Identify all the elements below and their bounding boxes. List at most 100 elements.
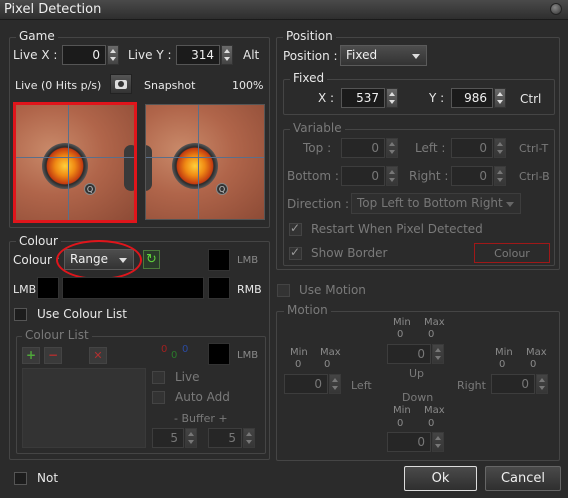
buffer-plus-field[interactable]: 5 — [208, 428, 242, 448]
highlight-circle — [56, 240, 142, 280]
snapshot-button[interactable] — [110, 74, 132, 94]
ok-button[interactable]: Ok — [404, 466, 477, 491]
close-icon[interactable] — [550, 3, 562, 15]
live-x-field[interactable]: 0 — [62, 45, 106, 65]
live-label: Live — [175, 370, 200, 384]
lmb-swatch[interactable] — [37, 277, 59, 299]
restart-checkbox[interactable] — [289, 221, 302, 236]
top-label: Top : — [303, 141, 332, 155]
up-max-label: Max — [424, 317, 445, 328]
up-min-value: 0 — [397, 329, 404, 340]
left-motion-field[interactable]: 0 — [284, 374, 328, 394]
zoom-level: 100% — [232, 79, 264, 92]
fixed-x-spinner[interactable] — [386, 88, 398, 108]
right-min-value: 0 — [499, 359, 506, 370]
rgb-r-value: 0 — [161, 344, 168, 355]
live-y-label: Live Y : — [128, 48, 172, 62]
buffer-minus-field[interactable]: 5 — [152, 428, 184, 448]
restart-label: Restart When Pixel Detected — [311, 222, 483, 236]
add-colour-icon[interactable]: + — [22, 347, 40, 364]
buffer-minus-spinner[interactable] — [185, 428, 197, 448]
live-status: Live (0 Hits p/s) — [15, 79, 102, 92]
cancel-button[interactable]: Cancel — [485, 466, 561, 491]
remove-colour-icon[interactable]: − — [44, 347, 62, 364]
colour-range-bar[interactable] — [62, 277, 204, 299]
colour-list-lmb: LMB — [237, 350, 259, 361]
snapshot-preview: Q — [145, 104, 265, 220]
down-spinner[interactable] — [432, 432, 444, 452]
right-spinner[interactable] — [494, 166, 506, 186]
right-field[interactable]: 0 — [451, 166, 493, 186]
rgb-g-value: 0 — [171, 350, 178, 361]
use-colour-list-checkbox[interactable] — [14, 308, 27, 321]
lmb-label: LMB — [13, 283, 37, 296]
ctrl-hotkey-label: Ctrl — [520, 92, 542, 106]
live-x-spinner[interactable] — [107, 45, 119, 65]
rmb-swatch[interactable] — [208, 277, 230, 299]
right-label: Right : — [409, 169, 449, 183]
left-max-value: 0 — [324, 359, 331, 370]
ctrl-t-label: Ctrl-T — [519, 142, 549, 155]
position-mode-select[interactable]: Fixed — [340, 45, 427, 66]
left-motion-spinner[interactable] — [329, 374, 341, 394]
bottom-field[interactable]: 0 — [341, 166, 385, 186]
bottom-label: Bottom : — [287, 169, 339, 183]
colour-swatch-top[interactable] — [208, 249, 230, 271]
auto-add-checkbox[interactable] — [152, 391, 165, 404]
not-label: Not — [37, 471, 59, 485]
down-max-value: 0 — [428, 418, 435, 429]
up-spinner[interactable] — [432, 344, 444, 364]
position-mode-value: Fixed — [346, 48, 378, 62]
live-y-field[interactable]: 314 — [176, 45, 220, 65]
use-colour-list-label: Use Colour List — [37, 307, 127, 321]
live-checkbox[interactable] — [152, 371, 165, 384]
colour-list-group-label: Colour List — [22, 328, 92, 342]
down-min-value: 0 — [397, 418, 404, 429]
up-field[interactable]: 0 — [387, 344, 431, 364]
live-y-spinner[interactable] — [221, 45, 233, 65]
fixed-x-field[interactable]: 537 — [341, 88, 385, 108]
down-min-label: Min — [393, 405, 411, 416]
bottom-spinner[interactable] — [386, 166, 398, 186]
show-border-checkbox[interactable] — [289, 245, 302, 260]
fixed-y-spinner[interactable] — [494, 88, 506, 108]
top-spinner[interactable] — [386, 138, 398, 158]
auto-add-label: Auto Add — [175, 390, 230, 404]
variable-group-label: Variable — [290, 121, 345, 135]
direction-select[interactable]: Top Left to Bottom Right — [351, 193, 521, 214]
colour-listbox[interactable] — [22, 368, 146, 448]
right-motion-spinner[interactable] — [536, 374, 548, 394]
fixed-y-field[interactable]: 986 — [451, 88, 493, 108]
delete-colour-icon[interactable]: ✕ — [89, 347, 107, 364]
use-motion-label: Use Motion — [299, 283, 366, 297]
rgb-b-value: 0 — [182, 344, 189, 355]
window-title: Pixel Detection — [4, 2, 102, 17]
colour-button[interactable]: Colour — [474, 243, 550, 263]
show-border-label: Show Border — [311, 246, 388, 260]
not-checkbox[interactable] — [14, 472, 27, 485]
colour-list-swatch[interactable] — [208, 343, 230, 365]
live-preview[interactable]: Q — [13, 102, 137, 223]
right-max-value: 0 — [530, 359, 537, 370]
down-field[interactable]: 0 — [387, 432, 431, 452]
right-motion-field[interactable]: 0 — [491, 374, 535, 394]
refresh-colour-icon[interactable]: ↻ — [143, 250, 160, 269]
chevron-down-icon — [412, 54, 420, 59]
position-group-label: Position — [283, 29, 336, 43]
snapshot-label: Snapshot — [144, 79, 196, 92]
ctrl-b-label: Ctrl-B — [519, 170, 550, 183]
game-group-label: Game — [16, 29, 58, 43]
use-motion-checkbox[interactable] — [277, 284, 290, 297]
buffer-plus-spinner[interactable] — [243, 428, 255, 448]
motion-group-label: Motion — [284, 303, 331, 317]
top-field[interactable]: 0 — [341, 138, 385, 158]
direction-label: Direction : — [287, 197, 350, 211]
target-gem-image — [42, 143, 88, 189]
alt-hotkey-label: Alt — [243, 48, 260, 62]
colour-mode-label: Colour : — [13, 253, 60, 267]
right-max-label: Max — [526, 347, 547, 358]
left-field[interactable]: 0 — [451, 138, 493, 158]
left-spinner[interactable] — [494, 138, 506, 158]
up-label: Up — [409, 367, 425, 380]
direction-value: Top Left to Bottom Right — [357, 196, 503, 210]
